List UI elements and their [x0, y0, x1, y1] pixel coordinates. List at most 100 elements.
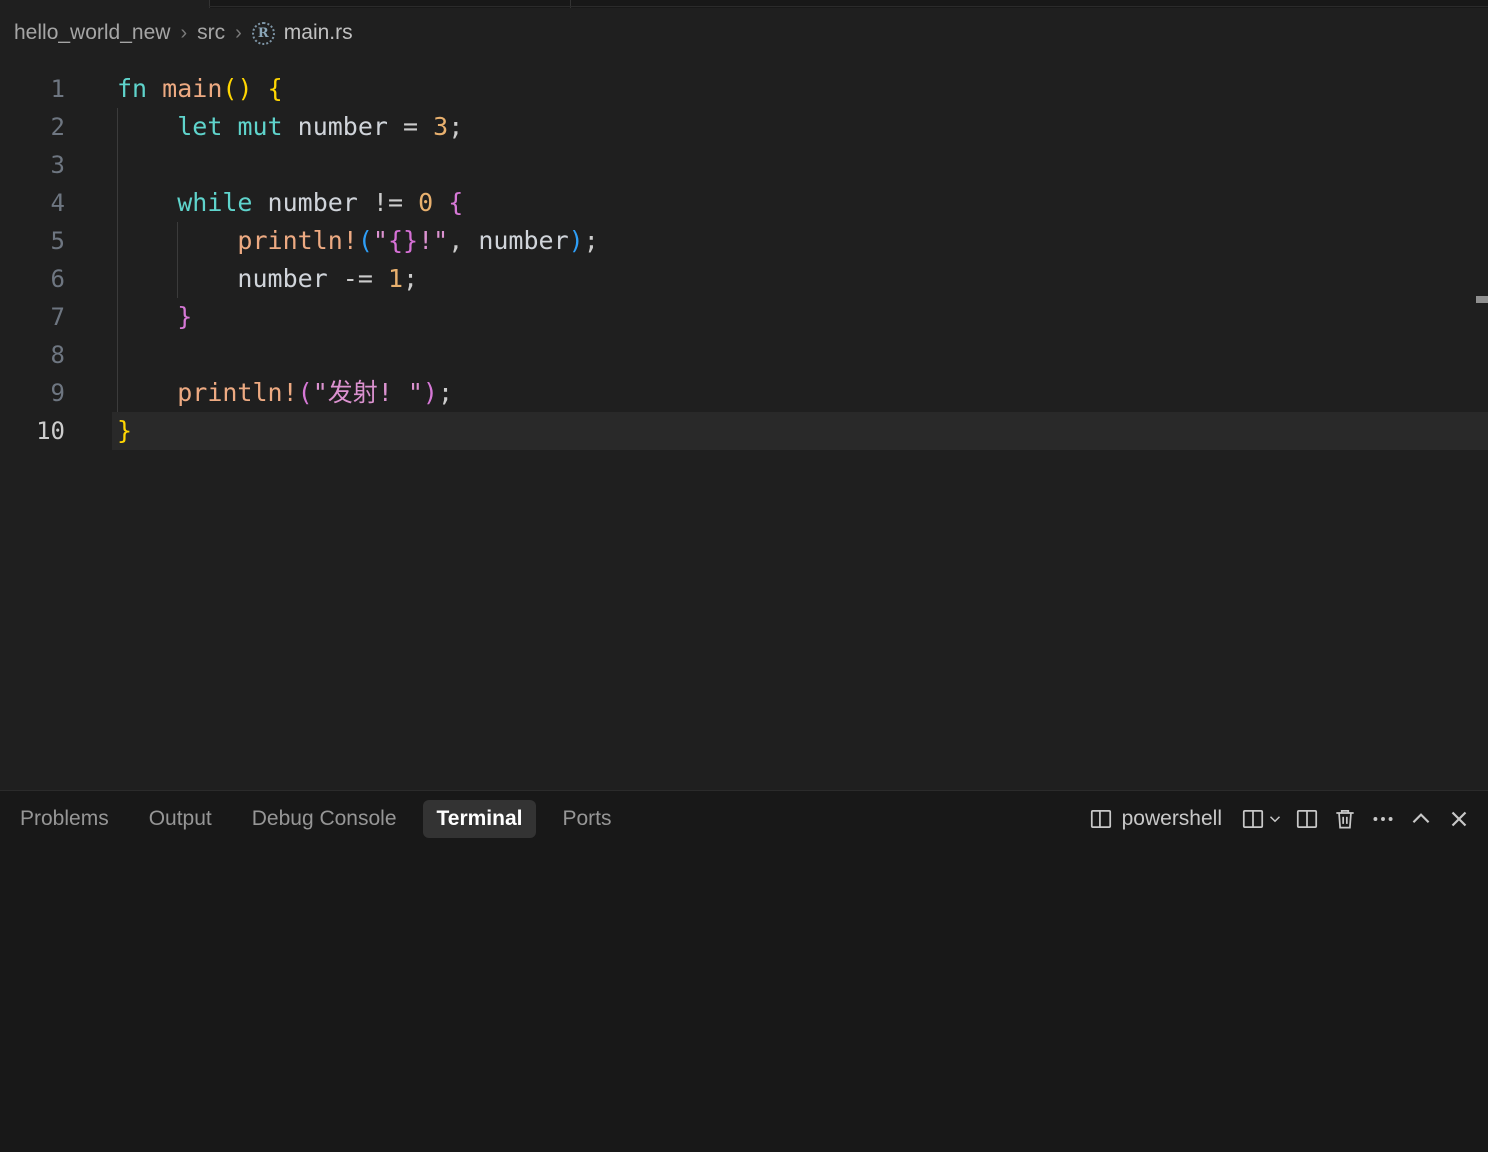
line-number[interactable]: 9 — [0, 374, 65, 412]
rust-logo-icon: R — [251, 21, 275, 45]
text-segment — [328, 264, 343, 293]
close-icon — [1451, 811, 1467, 827]
text-segment: 1 — [387, 264, 404, 293]
code-text: println!("发射! "); — [65, 374, 453, 412]
chevron-right-icon: › — [235, 21, 242, 44]
text-segment — [253, 74, 268, 103]
overview-ruler-decoration[interactable] — [1476, 296, 1488, 303]
editor-lines: 1 fn main() {2 let mut number = 3; 3 4 whil… — [0, 70, 1488, 450]
text-segment — [117, 302, 177, 331]
code-text: fn main() { — [65, 70, 283, 108]
terminal-tab-powershell[interactable]: powershell — [1088, 806, 1222, 832]
text-segment — [117, 188, 177, 217]
text-segment: = — [403, 112, 419, 141]
bottom-panel: Problems Output Debug Console Terminal Ports… — [0, 790, 1488, 1152]
text-segment: -= — [342, 264, 373, 293]
kill-terminal-button[interactable] — [1330, 802, 1360, 836]
line-number[interactable]: 6 — [0, 260, 65, 298]
text-segment: number — [478, 226, 569, 255]
code-line[interactable]: 9 println!("发射! "); — [0, 374, 1488, 412]
text-segment: 3 — [433, 112, 449, 141]
code-line[interactable]: 1 fn main() { — [0, 70, 1488, 108]
text-segment: ; — [448, 112, 464, 141]
code-line[interactable]: 10} — [0, 412, 1488, 450]
text-segment — [433, 188, 448, 217]
text-segment: !" — [418, 226, 449, 255]
code-line[interactable]: 2 let mut number = 3; — [0, 108, 1488, 146]
text-segment — [222, 112, 237, 141]
text-segment: {} — [387, 226, 419, 255]
maximize-panel-button[interactable] — [1406, 802, 1436, 836]
new-terminal-dropdown-button[interactable] — [1240, 802, 1284, 836]
chevron-up-icon — [1412, 813, 1430, 824]
text-segment: } — [117, 416, 133, 445]
chevron-right-icon: › — [180, 21, 188, 44]
more-actions-button[interactable] — [1368, 802, 1398, 836]
active-editor-tab[interactable] — [0, 0, 209, 8]
text-segment — [117, 112, 177, 141]
text-segment: ) — [422, 378, 438, 407]
chevron-down-icon — [1269, 816, 1281, 823]
text-segment — [252, 188, 267, 217]
line-number[interactable]: 7 — [0, 298, 65, 336]
terminal-profile-icon — [1088, 806, 1114, 832]
text-segment: { — [267, 74, 283, 103]
text-segment: fn — [117, 74, 148, 103]
text-segment: number — [267, 188, 358, 217]
text-segment — [283, 112, 298, 141]
panel-tab-ports[interactable]: Ports — [562, 800, 611, 838]
text-segment — [403, 188, 418, 217]
text-segment: ) — [568, 226, 584, 255]
text-segment: println! — [177, 378, 298, 407]
panel-header: Problems Output Debug Console Terminal Ports… — [0, 791, 1488, 847]
panel-tab-debug-console[interactable]: Debug Console — [252, 800, 397, 838]
text-segment — [418, 112, 433, 141]
panel-tab-output[interactable]: Output — [149, 800, 212, 838]
line-number[interactable]: 5 — [0, 222, 65, 260]
breadcrumb-item-file[interactable]: main.rs — [284, 21, 353, 45]
trash-icon — [1336, 810, 1354, 829]
text-segment — [117, 226, 237, 255]
code-line[interactable]: 8 — [0, 336, 1488, 374]
text-segment: ; — [437, 378, 454, 407]
code-text: println!("{}!", number); — [65, 222, 599, 260]
code-line[interactable]: 4 while number != 0 { — [0, 184, 1488, 222]
line-number[interactable]: 10 — [0, 412, 65, 450]
panel-tabs: Problems Output Debug Console Terminal Ports — [0, 800, 612, 838]
line-number[interactable]: 2 — [0, 108, 65, 146]
code-line[interactable]: 5 println!("{}!", number); — [0, 222, 1488, 260]
text-segment — [147, 74, 162, 103]
breadcrumb-item-folder[interactable]: hello_world_new — [14, 21, 170, 45]
code-line[interactable]: 7 } — [0, 298, 1488, 336]
editor-tab-bar[interactable] — [0, 0, 1488, 8]
code-line[interactable]: 6 number -= 1; — [0, 260, 1488, 298]
text-segment — [117, 378, 177, 407]
text-segment: let — [177, 112, 223, 141]
line-number[interactable]: 3 — [0, 146, 65, 184]
line-number[interactable]: 1 — [0, 70, 65, 108]
text-segment: != — [372, 188, 404, 217]
split-terminal-button[interactable] — [1292, 802, 1322, 836]
panel-tab-terminal[interactable]: Terminal — [422, 800, 537, 838]
text-segment: ; — [583, 226, 599, 255]
line-number[interactable]: 4 — [0, 184, 65, 222]
code-text: } — [65, 412, 132, 450]
breadcrumb-item-src[interactable]: src — [197, 21, 225, 45]
text-segment: while — [177, 188, 253, 217]
code-text: number -= 1; — [65, 260, 418, 298]
text-segment: main — [162, 74, 223, 103]
panel-tab-problems[interactable]: Problems — [20, 800, 109, 838]
text-segment: mut — [237, 112, 283, 141]
close-panel-button[interactable] — [1444, 802, 1474, 836]
text-segment: " — [372, 226, 388, 255]
code-editor[interactable]: 1 fn main() {2 let mut number = 3; 3 4 whil… — [0, 58, 1488, 790]
text-segment: "发射! " — [312, 378, 423, 407]
code-line[interactable]: 3 — [0, 146, 1488, 184]
line-number[interactable]: 8 — [0, 336, 65, 374]
text-segment: , — [448, 226, 464, 255]
text-segment: () — [222, 74, 253, 103]
text-segment: { — [448, 188, 464, 217]
code-text: while number != 0 { — [65, 184, 463, 222]
